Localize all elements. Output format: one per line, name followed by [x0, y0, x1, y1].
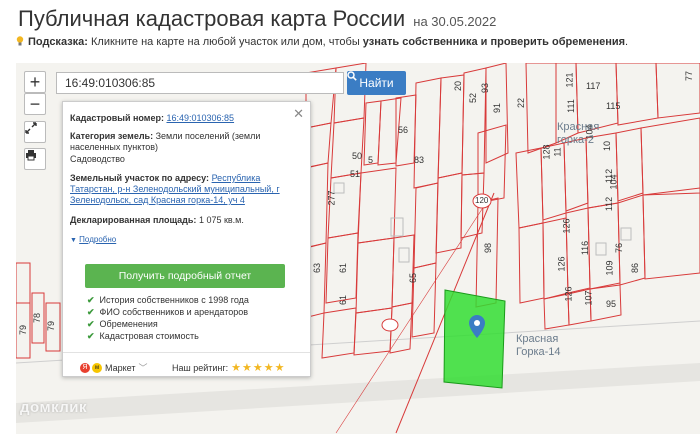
feature-text: История собственников с 1998 года — [99, 295, 249, 305]
rating: Наш рейтинг: ★★★★★ — [172, 361, 285, 374]
find-button[interactable]: Найти — [347, 71, 406, 95]
map-label: 65 — [408, 272, 419, 284]
map-label: 83 — [414, 155, 425, 165]
map-label: 78 — [32, 312, 43, 324]
map-label: 112 — [604, 196, 615, 212]
map-label: 98 — [483, 242, 494, 254]
map-label: 126 — [556, 256, 567, 272]
map-label: 91 — [492, 102, 503, 114]
map-label: 111 — [565, 99, 576, 113]
map-label: 95 — [606, 299, 617, 309]
category-label: Категория земель: — [70, 131, 154, 141]
map-label: 63 — [312, 262, 323, 274]
find-button-label: Найти — [359, 76, 394, 90]
yandex-market-badge[interactable]: Ям Маркет ﹀ — [80, 361, 148, 374]
market-label: Маркет — [105, 362, 136, 373]
bulb-icon — [16, 36, 24, 46]
feature-text: ФИО собственников и арендаторов — [99, 307, 249, 317]
map-label: 61 — [338, 262, 349, 274]
hint-text: Кликните на карте на любой участок или д… — [91, 36, 360, 48]
map-label: 77 — [684, 70, 695, 82]
yandex-logo-icon: Я — [80, 362, 90, 373]
zoom-out-button[interactable]: − — [24, 93, 46, 115]
map-label: 56 — [398, 125, 409, 135]
parcel-info-popup: ✕ Кадастровый номер: 16:49:010306:85 Кат… — [62, 101, 311, 377]
area-label: Декларированная площадь: — [70, 215, 197, 225]
chevron-down-icon: ﹀ — [138, 363, 148, 373]
map-label: 50 — [352, 151, 363, 161]
check-icon: ✔ — [87, 295, 95, 305]
search-input[interactable]: 16:49:010306:85 — [56, 72, 344, 94]
cadastral-link[interactable]: 16:49:010306:85 — [166, 113, 234, 123]
page-title: Публичная кадастровая карта России на 30… — [18, 6, 496, 32]
map-label: 93 — [480, 82, 491, 94]
title-text: Публичная кадастровая карта России — [18, 6, 406, 31]
map-label: 128 — [541, 144, 552, 160]
map-label: 20 — [453, 80, 464, 92]
feature-item: ✔ История собственников с 1998 года — [87, 295, 249, 306]
map-label: 126 — [563, 286, 574, 302]
map-label: 22 — [516, 97, 527, 109]
map-label: 117 — [586, 81, 601, 91]
print-button[interactable] — [24, 148, 46, 170]
feature-item: ✔ ФИО собственников и арендаторов — [87, 307, 248, 318]
cadastral-row: Кадастровый номер: 16:49:010306:85 — [70, 113, 298, 124]
check-icon: ✔ — [87, 319, 95, 329]
address-label: Земельный участок по адресу: — [70, 173, 210, 183]
map-label: 86 — [630, 262, 641, 274]
watermark: домклик — [20, 399, 88, 416]
caret-down-icon: ▼ — [70, 237, 77, 244]
map-label: 120 — [475, 196, 489, 205]
map-label: 76 — [614, 242, 625, 254]
cadastral-label: Кадастровый номер: — [70, 113, 164, 123]
feature-text: Обременения — [99, 319, 158, 329]
map-label: 112 — [604, 168, 615, 184]
map-label: 115 — [606, 101, 621, 111]
rating-stars: ★★★★★ — [231, 362, 286, 374]
address-row: Земельный участок по адресу: Республика … — [70, 173, 298, 206]
feature-item: ✔ Кадастровая стоимость — [87, 331, 199, 342]
map-label: 109 — [604, 260, 615, 276]
get-report-button[interactable]: Получить подробный отчет — [85, 264, 285, 288]
map-label: 121 — [564, 72, 575, 88]
map-label: 126 — [561, 218, 572, 234]
map-label: 277 — [326, 190, 337, 206]
zoom-in-button[interactable]: + — [24, 71, 46, 93]
area-row: Декларированная площадь: 1 075 кв.м. — [70, 215, 298, 226]
print-icon — [26, 150, 36, 161]
fullscreen-button[interactable] — [24, 121, 46, 143]
map-label: 107 — [583, 290, 594, 306]
search-icon — [347, 71, 357, 81]
popup-footer: Ям Маркет ﹀ Наш рейтинг: ★★★★★ — [63, 352, 310, 377]
area-value: 1 075 кв.м. — [198, 215, 244, 225]
street-label: Красная горка-2 — [557, 121, 600, 146]
more-link[interactable]: Подробно — [79, 235, 116, 244]
check-icon: ✔ — [87, 331, 95, 341]
map-label: 61 — [338, 294, 349, 306]
cadastral-map[interactable]: 56 5 6 50 83 51 277 63 61 61 65 88 98 12… — [16, 63, 700, 434]
map-label: 11 — [552, 147, 563, 157]
expand-icon — [25, 122, 37, 134]
map-label: 79 — [46, 320, 57, 332]
more-toggle[interactable]: ▼ Подробно — [70, 234, 298, 246]
map-label: 5 — [368, 155, 374, 165]
category-sub: Садоводство — [70, 154, 125, 164]
hint-tail: . — [625, 36, 629, 48]
hint-bar: Подсказка: Кликните на карте на любой уч… — [16, 36, 628, 48]
map-label: 116 — [580, 240, 591, 256]
feature-item: ✔ Обременения — [87, 319, 158, 330]
street-label: Красная Горка-14 — [516, 333, 561, 358]
hint-label: Подсказка: — [28, 36, 88, 48]
title-date: на 30.05.2022 — [413, 14, 497, 29]
check-icon: ✔ — [87, 307, 95, 317]
market-logo-icon: м — [92, 362, 102, 373]
map-label: 51 — [350, 169, 361, 179]
rating-label: Наш рейтинг: — [172, 362, 229, 373]
map-label: 52 — [468, 92, 479, 104]
map-label: 79 — [18, 324, 29, 336]
feature-text: Кадастровая стоимость — [99, 331, 199, 341]
hint-bold-text: узнать собственника и проверить обремене… — [362, 36, 626, 48]
category-row: Категория земель: Земли поселений (земли… — [70, 131, 298, 153]
